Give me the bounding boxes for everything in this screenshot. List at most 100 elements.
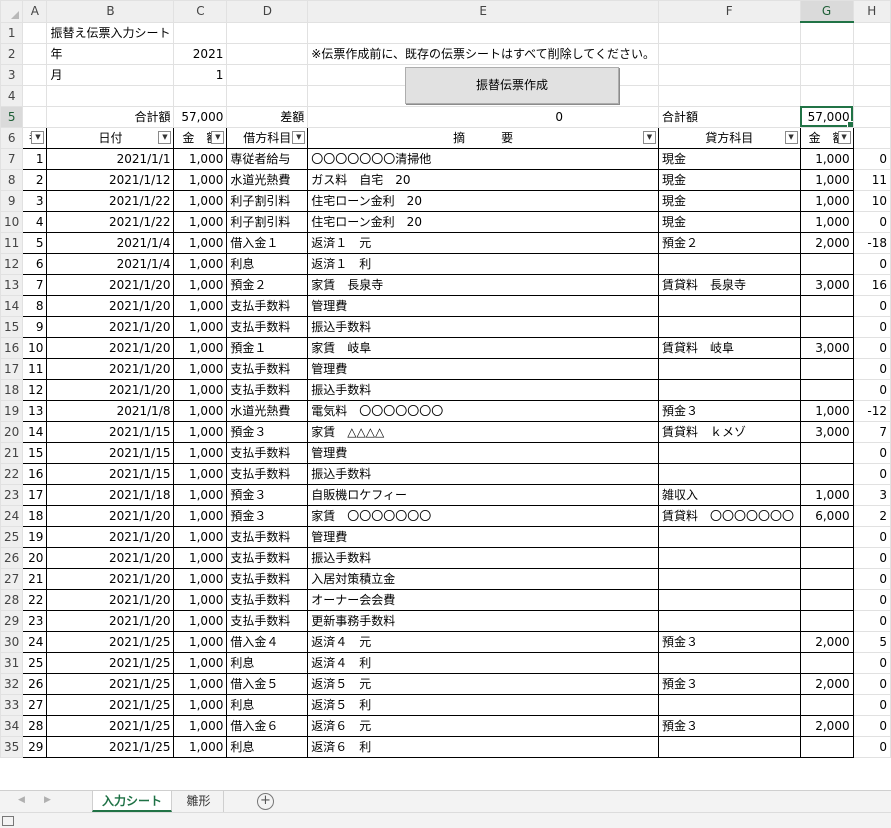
cell-no[interactable]: 26: [22, 672, 48, 695]
cell-credit[interactable]: [657, 567, 801, 590]
cell-amount[interactable]: 1,000: [173, 525, 228, 548]
cell-h[interactable]: -12: [852, 399, 891, 422]
row-header[interactable]: 25: [0, 525, 24, 548]
cell-no[interactable]: 4: [22, 210, 48, 233]
cell-credit[interactable]: [657, 546, 801, 569]
cell-memo[interactable]: 振込手数料: [307, 546, 659, 569]
cell-credit[interactable]: 預金３: [657, 630, 801, 653]
cell-debit[interactable]: 支払手数料: [226, 588, 309, 611]
cell-no[interactable]: 29: [22, 735, 48, 758]
cell-debit[interactable]: 水道光熱費: [226, 168, 309, 191]
cell-memo[interactable]: 〇〇〇〇〇〇〇清掃他: [307, 147, 659, 170]
cell[interactable]: [173, 21, 228, 44]
cell-date[interactable]: 2021/1/25: [46, 630, 175, 653]
filter-dropdown-icon[interactable]: ▼: [211, 130, 225, 144]
cell-amount[interactable]: 1,000: [173, 735, 228, 758]
cell-memo[interactable]: 返済４ 利: [307, 651, 659, 674]
col-header-b[interactable]: B: [46, 0, 175, 23]
cell-h[interactable]: 11: [852, 168, 891, 191]
row-header[interactable]: 13: [0, 273, 24, 296]
cell-date[interactable]: 2021/1/20: [46, 357, 175, 380]
cell-debit[interactable]: 預金３: [226, 504, 309, 527]
cell-date[interactable]: 2021/1/22: [46, 210, 175, 233]
cell-memo[interactable]: オーナー会会費: [307, 588, 659, 611]
row-header[interactable]: 15: [0, 315, 24, 338]
cell-date[interactable]: 2021/1/15: [46, 462, 175, 485]
cell-h[interactable]: 0: [852, 546, 891, 569]
cell[interactable]: [173, 84, 228, 107]
cell-no[interactable]: 20: [22, 546, 48, 569]
row-header[interactable]: 31: [0, 651, 24, 674]
row-header[interactable]: 2: [0, 42, 24, 65]
cell-amount[interactable]: 1,000: [173, 231, 228, 254]
cell-no[interactable]: 8: [22, 294, 48, 317]
cell-debit[interactable]: 借入金６: [226, 714, 309, 737]
cell-date[interactable]: 2021/1/4: [46, 252, 175, 275]
cell-no[interactable]: 25: [22, 651, 48, 674]
cell-no[interactable]: 12: [22, 378, 48, 401]
spreadsheet-grid[interactable]: A B C D E F G H 1 振替え伝票入力シート 2 年 2021 ※伝…: [0, 0, 891, 790]
cell[interactable]: [22, 84, 48, 107]
cell-amount[interactable]: 1,000: [173, 567, 228, 590]
cell-amount[interactable]: 1,000: [173, 357, 228, 380]
header-debit[interactable]: 借方科目 ▼: [226, 126, 309, 149]
cell-debit[interactable]: 預金３: [226, 483, 309, 506]
cell[interactable]: [226, 84, 309, 107]
cell-amount[interactable]: 1,000: [173, 588, 228, 611]
cell-credit[interactable]: [657, 441, 801, 464]
cell-amount2[interactable]: 2,000: [799, 630, 854, 653]
cell-no[interactable]: 7: [22, 273, 48, 296]
row-header[interactable]: 3: [0, 63, 24, 86]
cell-no[interactable]: 3: [22, 189, 48, 212]
cell-credit[interactable]: 現金: [657, 210, 801, 233]
year-label[interactable]: 年: [46, 42, 175, 65]
cell-memo[interactable]: 返済１ 利: [307, 252, 659, 275]
cell-debit[interactable]: 支払手数料: [226, 441, 309, 464]
cell-no[interactable]: 10: [22, 336, 48, 359]
cell-credit[interactable]: [657, 693, 801, 716]
cell-debit[interactable]: 支払手数料: [226, 357, 309, 380]
cell-date[interactable]: 2021/1/20: [46, 567, 175, 590]
col-header-g[interactable]: G: [799, 0, 854, 23]
cell-date[interactable]: 2021/1/12: [46, 168, 175, 191]
cell-amount2[interactable]: 2,000: [799, 231, 854, 254]
row-header[interactable]: 8: [0, 168, 24, 191]
cell-memo[interactable]: ガス料 自宅 20: [307, 168, 659, 191]
cell-debit[interactable]: 支払手数料: [226, 294, 309, 317]
cell-amount[interactable]: 1,000: [173, 336, 228, 359]
total-value-right[interactable]: 57,000: [799, 105, 854, 128]
filter-dropdown-icon[interactable]: ▼: [642, 130, 656, 144]
cell-memo[interactable]: 家賃 長泉寺: [307, 273, 659, 296]
cell-amount2[interactable]: [799, 651, 854, 674]
cell-amount2[interactable]: [799, 525, 854, 548]
cell-h[interactable]: 0: [852, 525, 891, 548]
col-header-e[interactable]: E: [307, 0, 659, 23]
header-amount[interactable]: 金 額 ▼: [173, 126, 228, 149]
cell-credit[interactable]: [657, 609, 801, 632]
header-memo[interactable]: 摘 要 ▼: [307, 126, 659, 149]
cell-debit[interactable]: 利子割引料: [226, 189, 309, 212]
filter-dropdown-icon[interactable]: ▼: [837, 130, 851, 144]
cell-credit[interactable]: 賃貸料 岐阜: [657, 336, 801, 359]
cell-amount2[interactable]: 1,000: [799, 210, 854, 233]
cell-amount2[interactable]: [799, 252, 854, 275]
cell-date[interactable]: 2021/1/4: [46, 231, 175, 254]
cell-memo[interactable]: 住宅ローン金利 20: [307, 189, 659, 212]
cell-no[interactable]: 9: [22, 315, 48, 338]
cell[interactable]: [657, 63, 801, 86]
cell-amount[interactable]: 1,000: [173, 483, 228, 506]
cell-no[interactable]: 21: [22, 567, 48, 590]
cell-no[interactable]: 1: [22, 147, 48, 170]
notice-text[interactable]: ※伝票作成前に、既存の伝票シートはすべて削除してください。: [307, 42, 659, 65]
cell-credit[interactable]: 賃貸料 〇〇〇〇〇〇〇: [657, 504, 801, 527]
cell-credit[interactable]: [657, 294, 801, 317]
total-label-left[interactable]: 合計額: [46, 105, 175, 128]
cell-no[interactable]: 15: [22, 441, 48, 464]
cell-amount2[interactable]: 1,000: [799, 483, 854, 506]
cell-h[interactable]: 0: [852, 441, 891, 464]
cell-memo[interactable]: 更新事務手数料: [307, 609, 659, 632]
cell[interactable]: [658, 42, 801, 65]
cell-amount2[interactable]: 1,000: [799, 189, 854, 212]
row-header[interactable]: 21: [0, 441, 24, 464]
row-header[interactable]: 17: [0, 357, 24, 380]
